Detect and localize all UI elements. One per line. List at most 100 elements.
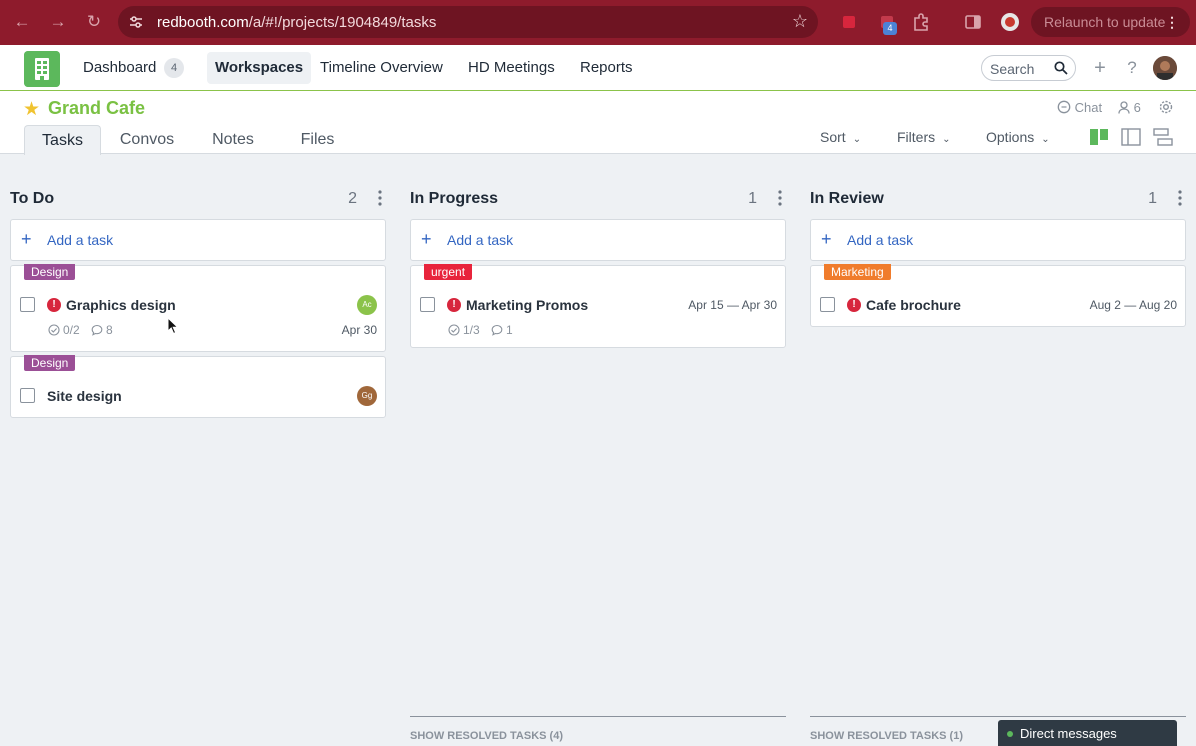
add-task-button[interactable]: + Add a task [410, 219, 786, 261]
date-range[interactable]: Apr 15 — Apr 30 [688, 298, 777, 312]
chat-button[interactable]: Chat [1057, 100, 1102, 115]
back-icon[interactable]: ← [10, 10, 34, 34]
plus-icon: + [21, 229, 32, 249]
tag-label[interactable]: Design [24, 264, 76, 280]
column-count: 1 [1148, 190, 1157, 207]
browser-toolbar: ← → ↻ redbooth.com/a/#!/projects/1904849… [0, 0, 1196, 45]
nav-hd-meetings[interactable]: HD Meetings [460, 52, 563, 84]
task-card[interactable]: Design Site design Gg [10, 355, 386, 418]
bookmark-star-icon[interactable]: ☆ [792, 11, 808, 32]
more-options-icon[interactable] [378, 189, 382, 207]
column-title: To Do [10, 190, 55, 207]
add-task-button[interactable]: + Add a task [810, 219, 1186, 261]
direct-messages-label: Direct messages [1020, 726, 1117, 741]
board-view-icon[interactable] [1089, 128, 1109, 146]
tag-label[interactable]: urgent [424, 264, 473, 280]
online-status-dot [1007, 731, 1013, 737]
task-title[interactable]: Site design [47, 388, 122, 404]
person-icon [1118, 101, 1130, 114]
show-resolved-tasks[interactable]: SHOW RESOLVED TASKS (1) [810, 716, 1186, 742]
task-checkbox[interactable] [420, 297, 435, 312]
options-label: Options [986, 129, 1035, 145]
redbooth-logo-icon[interactable] [24, 51, 60, 87]
task-card[interactable]: Design ! Graphics design Ac 0/2 8 Apr 30 [10, 264, 386, 352]
tab-files[interactable]: Files [290, 125, 345, 155]
relaunch-button[interactable]: Relaunch to update ⋮ [1031, 7, 1190, 37]
split-view-icon[interactable] [1121, 128, 1141, 146]
plus-icon: + [821, 229, 832, 249]
dashboard-count-badge: 4 [164, 58, 184, 78]
extension-icon[interactable] [839, 12, 859, 32]
urgent-alert-icon: ! [447, 298, 461, 312]
tag-label[interactable]: Design [24, 355, 76, 371]
reload-icon[interactable]: ↻ [82, 10, 106, 34]
urgent-alert-icon: ! [847, 298, 861, 312]
comment-count: 8 [106, 323, 113, 337]
task-checkbox[interactable] [820, 297, 835, 312]
tab-notes[interactable]: Notes [203, 125, 263, 155]
favorite-star-icon[interactable]: ★ [23, 98, 40, 121]
task-card[interactable]: urgent ! Marketing Promos Apr 15 — Apr 3… [410, 264, 786, 348]
column-title: In Review [810, 190, 884, 207]
task-checkbox[interactable] [20, 388, 35, 403]
tab-tasks[interactable]: Tasks [24, 125, 101, 155]
add-task-button[interactable]: + Add a task [10, 219, 386, 261]
date-range[interactable]: Aug 2 — Aug 20 [1090, 298, 1177, 312]
more-options-icon[interactable] [1178, 189, 1182, 207]
add-task-label: Add a task [447, 232, 514, 248]
address-bar[interactable]: redbooth.com/a/#!/projects/1904849/tasks… [118, 6, 818, 38]
add-icon[interactable]: + [1089, 57, 1111, 79]
task-card[interactable]: Marketing ! Cafe brochure Aug 2 — Aug 20 [810, 264, 1186, 327]
more-options-icon[interactable] [778, 189, 782, 207]
filters-dropdown[interactable]: Filters ⌄ [897, 129, 951, 145]
chevron-down-icon: ⌄ [852, 134, 862, 145]
tab-convos[interactable]: Convos [111, 125, 183, 155]
options-dropdown[interactable]: Options ⌄ [986, 129, 1050, 145]
column-count: 2 [348, 190, 357, 207]
task-title[interactable]: Marketing Promos [466, 297, 588, 313]
project-title[interactable]: Grand Cafe [48, 98, 145, 119]
task-title[interactable]: Cafe brochure [866, 297, 961, 313]
task-checkbox[interactable] [20, 297, 35, 312]
direct-messages-tab[interactable]: Direct messages [998, 720, 1177, 746]
comments-count: 8 [91, 323, 113, 337]
extension-badge: 4 [883, 22, 897, 35]
urgent-alert-icon: ! [47, 298, 61, 312]
chat-label: Chat [1074, 100, 1103, 115]
assignee-avatar[interactable]: Gg [357, 386, 377, 406]
column-header: To Do 2 [10, 185, 386, 213]
nav-reports[interactable]: Reports [572, 52, 641, 84]
sort-dropdown[interactable]: Sort ⌄ [820, 129, 861, 145]
search-input[interactable]: Search [981, 55, 1076, 81]
nav-timeline-overview[interactable]: Timeline Overview [312, 52, 451, 84]
show-resolved-tasks[interactable]: SHOW RESOLVED TASKS (4) [410, 716, 786, 742]
members-button[interactable]: 6 [1118, 100, 1141, 115]
task-title[interactable]: Graphics design [66, 297, 176, 313]
menu-icon[interactable]: ⋮ [1165, 7, 1179, 37]
nav-dashboard[interactable]: Dashboard [75, 52, 164, 84]
profile-icon[interactable] [1000, 12, 1020, 32]
show-resolved-label: SHOW RESOLVED TASKS (1) [810, 730, 963, 742]
help-icon[interactable]: ? [1121, 57, 1143, 79]
add-task-label: Add a task [47, 232, 114, 248]
forward-icon[interactable]: → [46, 10, 70, 34]
due-date[interactable]: Apr 30 [342, 323, 377, 337]
checklist-count: 1/3 [463, 323, 480, 337]
site-settings-icon[interactable] [128, 14, 144, 30]
app-top-nav: Dashboard 4 Workspaces Timeline Overview… [0, 45, 1196, 91]
checklist-icon [48, 324, 60, 336]
user-avatar[interactable] [1153, 56, 1177, 80]
puzzle-icon[interactable] [911, 12, 931, 32]
list-view-icon[interactable] [1153, 128, 1173, 146]
comment-icon [91, 324, 103, 336]
side-panel-icon[interactable] [963, 12, 983, 32]
sort-label: Sort [820, 129, 846, 145]
comments-count: 1 [491, 323, 513, 337]
search-placeholder: Search [990, 61, 1035, 77]
search-icon [1054, 61, 1068, 75]
assignee-avatar[interactable]: Ac [357, 295, 377, 315]
nav-workspaces[interactable]: Workspaces [207, 52, 312, 84]
gear-icon[interactable] [1158, 99, 1174, 115]
url-text: redbooth.com/a/#!/projects/1904849/tasks [157, 14, 437, 31]
tag-label[interactable]: Marketing [824, 264, 891, 280]
